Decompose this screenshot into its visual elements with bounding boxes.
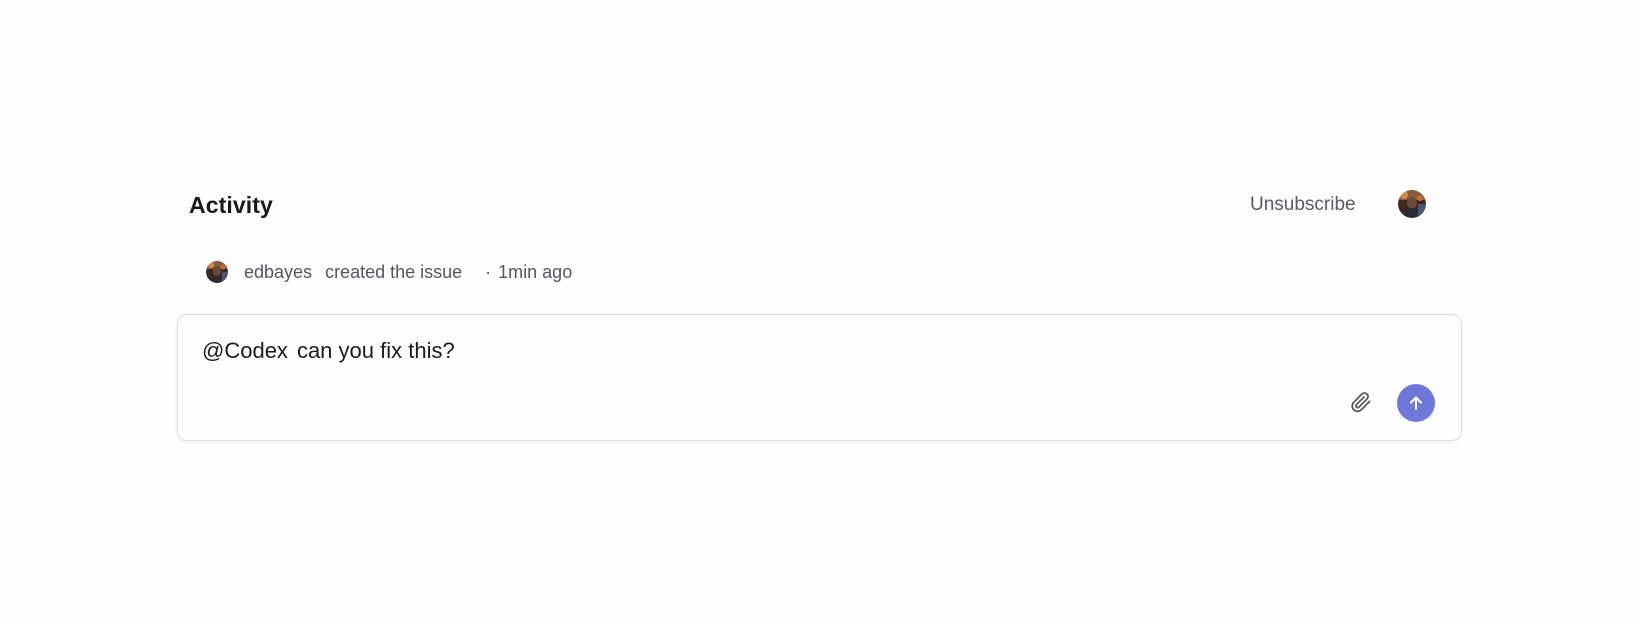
- event-user-avatar[interactable]: [206, 261, 228, 283]
- activity-event-row: edbayes created the issue · 1min ago: [206, 260, 572, 284]
- comment-composer[interactable]: @Codex can you fix this?: [177, 314, 1462, 441]
- comment-input[interactable]: @Codex can you fix this?: [202, 338, 455, 364]
- activity-header: Activity Unsubscribe: [178, 184, 1462, 228]
- paperclip-icon: [1351, 392, 1371, 413]
- send-button[interactable]: [1397, 384, 1435, 422]
- event-username[interactable]: edbayes: [244, 262, 312, 283]
- comment-input-text: can you fix this?: [296, 338, 455, 363]
- activity-section: Activity Unsubscribe edbayes created the…: [178, 184, 1462, 283]
- mention-chip[interactable]: @Codex: [202, 338, 288, 363]
- activity-title: Activity: [189, 192, 273, 218]
- event-separator: ·: [485, 261, 492, 282]
- event-timestamp: 1min ago: [498, 261, 573, 282]
- current-user-avatar[interactable]: [1398, 190, 1426, 218]
- event-action-text: created the issue: [325, 261, 463, 282]
- arrow-up-icon: [1410, 396, 1422, 410]
- unsubscribe-button[interactable]: Unsubscribe: [1250, 194, 1356, 216]
- attach-button[interactable]: [1347, 388, 1375, 416]
